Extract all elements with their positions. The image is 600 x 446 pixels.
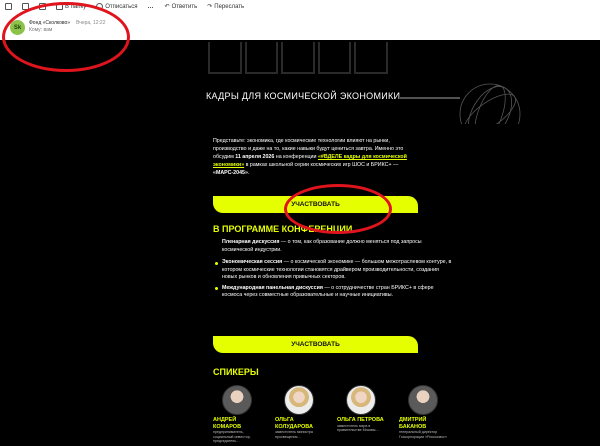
- speaker-name: ДМИТРИЙ БАКАНОВ: [399, 417, 427, 430]
- toolbar-delete[interactable]: [5, 3, 12, 10]
- toolbar-label: Ответить: [171, 3, 198, 10]
- program-heading: В ПРОГРАММЕ КОНФЕРЕНЦИИ: [213, 224, 353, 234]
- toolbar-mark[interactable]: [39, 3, 46, 10]
- archive-icon: [22, 3, 29, 10]
- unsubscribe-icon: [96, 3, 104, 10]
- speaker-photo: [408, 385, 438, 415]
- speaker-role: генеральный директор Госкорпорации «Роск…: [399, 430, 447, 439]
- sender-name[interactable]: Фонд «Сколково»: [29, 20, 70, 27]
- speaker-role: заместитель министра просвещения…: [275, 430, 313, 439]
- speaker-card: ОЛЬГА ПЕТРОВА заместитель мэра в правите…: [337, 385, 385, 444]
- speakers-list: АНДРЕЙ КОМАРОВ предприниматель, социальн…: [213, 385, 447, 444]
- toolbar-reply[interactable]: ↶ Ответить: [164, 3, 198, 11]
- speakers-heading: СПИКЕРЫ: [213, 367, 259, 377]
- folder-icon: [56, 3, 63, 10]
- speaker-card: ДМИТРИЙ БАКАНОВ генеральный директор Гос…: [399, 385, 447, 444]
- plenary-text: Пленарная дискуссия — о том, как образов…: [222, 239, 422, 253]
- forward-icon: ↷: [207, 4, 213, 10]
- speaker-photo: [222, 385, 252, 415]
- sender-block: Sk Фонд «Сколково» Вчера, 12:22 Кому: ва…: [10, 20, 105, 35]
- list-item: Международная панельная дискуссия — о со…: [214, 285, 452, 300]
- email-body: КАДРЫ ДЛЯ КОСМИЧЕСКОЙ ЭКОНОМИКИ Представ…: [0, 40, 600, 446]
- more-icon: …: [147, 3, 155, 10]
- participate-button[interactable]: УЧАСТВОВАТЬ: [213, 196, 418, 213]
- intro-paragraph: Представьте: экономика, где космические …: [213, 138, 407, 176]
- speaker-card: ОЛЬГА КОЛУДАРОВА заместитель министра пр…: [275, 385, 323, 444]
- toolbar-unsubscribe[interactable]: Отписаться: [96, 3, 138, 10]
- mail-icon: [39, 3, 46, 10]
- avatar[interactable]: Sk: [10, 20, 25, 35]
- speaker-photo: [284, 385, 314, 415]
- speaker-card: АНДРЕЙ КОМАРОВ предприниматель, социальн…: [213, 385, 261, 444]
- trash-icon: [5, 3, 12, 10]
- toolbar-archive[interactable]: [22, 3, 29, 10]
- toolbar-more[interactable]: …: [148, 4, 155, 10]
- list-item: Экономическая сессия — о космической эко…: [214, 259, 452, 282]
- mail-viewer: В папку Отписаться … ↶ Ответить ↷ Переслат…: [0, 0, 600, 446]
- hero-subtitle: КАДРЫ ДЛЯ КОСМИЧЕСКОЙ ЭКОНОМИКИ: [206, 91, 401, 101]
- speaker-role: заместитель мэра в правительстве Москвы…: [337, 423, 380, 433]
- program-list: Экономическая сессия — о космической эко…: [214, 259, 452, 303]
- orbit-graphic: [400, 83, 521, 124]
- toolbar-label: Отписаться: [105, 3, 138, 10]
- toolbar-forward[interactable]: ↷ Переслать: [207, 3, 245, 11]
- participate-button-secondary[interactable]: УЧАСТВОВАТЬ: [213, 336, 418, 353]
- speaker-role: предприниматель, социальный инвестор, пр…: [213, 430, 251, 444]
- speaker-name: АНДРЕЙ КОМАРОВ: [213, 417, 242, 430]
- toolbar-label: Переслать: [214, 3, 245, 10]
- recipient-line: Кому: вам: [29, 27, 53, 33]
- speaker-name: ОЛЬГА КОЛУДАРОВА: [275, 417, 313, 430]
- message-toolbar: В папку Отписаться … ↶ Ответить ↷ Переслат…: [0, 0, 600, 13]
- sender-time: Вчера, 12:22: [76, 20, 106, 26]
- toolbar-move-folder[interactable]: В папку: [56, 3, 86, 10]
- reply-icon: ↶: [164, 4, 170, 10]
- toolbar-label: В папку: [65, 3, 87, 10]
- event-logo: [208, 42, 388, 74]
- speaker-photo: [346, 385, 376, 415]
